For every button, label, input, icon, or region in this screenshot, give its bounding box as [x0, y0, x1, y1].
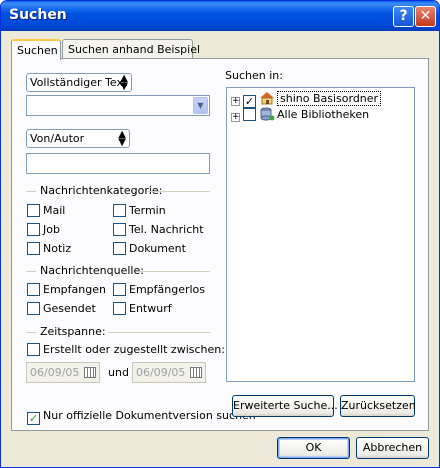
help-button[interactable]: ?: [393, 6, 414, 27]
tab-search-by-example[interactable]: Suchen anhand Beispiel: [62, 39, 200, 59]
divider: [138, 271, 210, 272]
checkbox-termin[interactable]: Termin: [113, 204, 166, 217]
checkbox-box[interactable]: [27, 343, 40, 356]
to-date-value: 06/09/05: [136, 366, 186, 379]
author-input[interactable]: [26, 153, 210, 174]
divider: [26, 271, 36, 272]
close-button[interactable]: ✕: [415, 6, 436, 27]
search-text-combo[interactable]: ▼: [26, 95, 210, 116]
libraries-icon: [260, 107, 275, 121]
checkbox-label: Termin: [129, 204, 166, 217]
checkbox-box[interactable]: [113, 223, 126, 236]
checkbox-box[interactable]: [27, 204, 40, 217]
divider: [26, 191, 36, 192]
checkbox-box[interactable]: [27, 242, 40, 255]
checkbox-box[interactable]: [113, 283, 126, 296]
cancel-button[interactable]: Abbrechen: [356, 437, 429, 459]
checkbox-box[interactable]: [27, 302, 40, 315]
checkbox-label: Tel. Nachricht: [129, 223, 204, 236]
checkbox-entwurf[interactable]: Entwurf: [113, 302, 172, 315]
checkbox-tel-nachricht[interactable]: Tel. Nachricht: [113, 223, 204, 236]
expand-plus-icon[interactable]: +: [231, 113, 240, 122]
checkbox-mail[interactable]: Mail: [27, 204, 65, 217]
divider: [108, 332, 210, 333]
checkbox-dokument[interactable]: Dokument: [113, 242, 186, 255]
ok-button[interactable]: OK: [277, 437, 350, 459]
checkbox-notiz[interactable]: Notiz: [27, 242, 71, 255]
divider: [148, 191, 210, 192]
advanced-search-button[interactable]: Erweiterte Suche...: [232, 395, 338, 417]
checkbox-job[interactable]: Job: [27, 223, 60, 236]
home-folder-icon: [260, 92, 274, 105]
checkbox-label: Job: [43, 223, 60, 236]
author-field-select[interactable]: Von/Autor ▲ ▼: [26, 129, 130, 148]
search-field-select[interactable]: Vollständiger Text ▲ ▼: [26, 73, 132, 92]
checkbox-label: Nur offizielle Dokumentversion suchen: [43, 409, 256, 422]
checkbox-official-only[interactable]: ✓ Nur offizielle Dokumentversion suchen: [27, 409, 256, 425]
to-date-picker[interactable]: 06/09/05: [132, 362, 206, 383]
checkbox-box[interactable]: [27, 283, 40, 296]
category-label: Nachrichtenkategorie:: [40, 184, 163, 197]
and-label: und: [108, 366, 129, 379]
checkbox-label: Dokument: [129, 242, 186, 255]
checkbox-label: Empfangen: [43, 283, 106, 296]
dialog-title: Suchen: [9, 7, 67, 23]
checkbox-box[interactable]: [27, 223, 40, 236]
title-bar[interactable]: Suchen ? ✕: [1, 1, 439, 31]
checkbox-label: Erstellt oder zugestellt zwischen:: [43, 343, 225, 356]
checkbox-label: Empfängerlos: [129, 283, 206, 296]
tree-node-label: Alle Bibliotheken: [277, 108, 370, 121]
tree-node-label: shino Basisordner: [277, 91, 382, 106]
checkbox-label: Gesendet: [43, 302, 96, 315]
reset-button[interactable]: Zurücksetzen: [340, 395, 416, 417]
from-date-picker[interactable]: 06/09/05: [26, 362, 100, 383]
checkbox-gesendet[interactable]: Gesendet: [27, 302, 96, 315]
tree-node-all-libraries[interactable]: + Alle Bibliotheken: [231, 107, 369, 123]
search-in-label: Suchen in:: [225, 69, 283, 82]
chevron-down-icon[interactable]: ▼: [193, 97, 208, 114]
calendar-icon[interactable]: [84, 367, 96, 378]
checkbox-box[interactable]: [113, 242, 126, 255]
updown-arrows-icon: ▲ ▼: [118, 129, 126, 148]
source-label: Nachrichtenquelle:: [40, 264, 144, 277]
tree-node-home-folder[interactable]: + ✓ shino Basisordner: [231, 91, 382, 108]
author-field-select-value: Von/Autor: [30, 132, 85, 145]
from-date-value: 06/09/05: [30, 366, 80, 379]
checkbox-empfangen[interactable]: Empfangen: [27, 283, 106, 296]
checkbox-label: Notiz: [43, 242, 72, 255]
search-panel: Vollständiger Text ▲ ▼ ▼ Von/Autor ▲ ▼ Nac…: [11, 58, 429, 431]
expand-plus-icon[interactable]: +: [231, 97, 240, 106]
updown-arrows-icon: ▲ ▼: [120, 73, 128, 92]
checkbox-label: Entwurf: [129, 302, 172, 315]
checkmark-icon[interactable]: ✓: [27, 412, 40, 425]
checkbox-box[interactable]: [113, 204, 126, 217]
checkbox-created-between[interactable]: Erstellt oder zugestellt zwischen:: [27, 343, 225, 356]
tab-search[interactable]: Suchen: [11, 39, 61, 60]
checkbox-empfaengerlos[interactable]: Empfängerlos: [113, 283, 205, 296]
checkbox-box[interactable]: [113, 302, 126, 315]
divider: [26, 332, 36, 333]
timespan-label: Zeitspanne:: [40, 325, 106, 338]
search-field-select-value: Vollständiger Text: [30, 76, 128, 89]
checkbox-label: Mail: [43, 204, 66, 217]
search-in-tree[interactable]: + ✓ shino Basisordner + Alle Bibliotheken: [226, 87, 415, 382]
checkbox-box[interactable]: [243, 108, 256, 121]
search-dialog: Suchen ? ✕ Suchen Suchen anhand Beispiel…: [0, 0, 440, 468]
calendar-icon[interactable]: [190, 367, 202, 378]
